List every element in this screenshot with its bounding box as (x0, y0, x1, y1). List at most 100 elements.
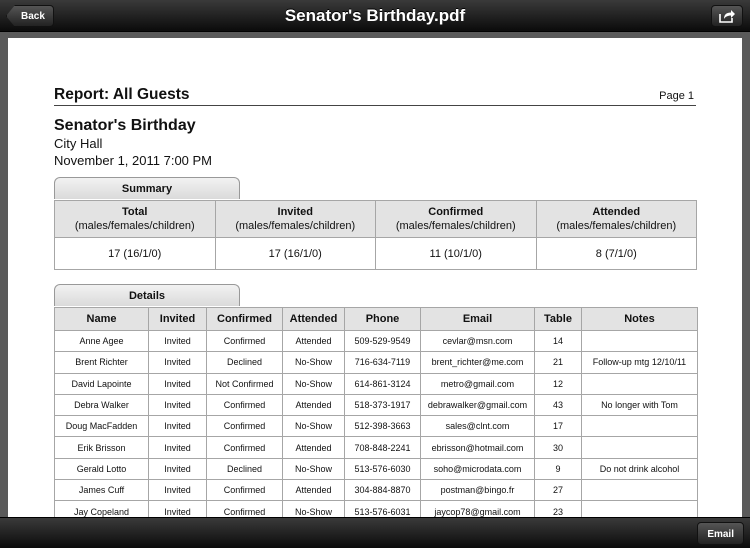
table-row: James Cuff Invited Confirmed Attended 304-88… (54, 479, 698, 502)
cell-notes (581, 372, 698, 395)
cell-phone: 518-373-1917 (344, 393, 421, 417)
event-date: November 1, 2011 7:00 PM (54, 153, 213, 168)
bottom-toolbar: Email (0, 517, 750, 548)
cell-invited: Invited (148, 372, 207, 395)
cell-attended: Attended (282, 329, 345, 353)
summary-header-invited: Invited (males/females/children) (214, 200, 376, 238)
cell-table: 27 (534, 479, 582, 502)
cell-invited: Invited (148, 436, 207, 459)
table-row: Erik Brisson Invited Confirmed Attended 708-… (54, 436, 698, 459)
cell-name: James Cuff (54, 479, 149, 502)
cell-name: Doug MacFadden (54, 415, 149, 438)
cell-attended: Attended (282, 393, 345, 417)
cell-attended: No-Show (282, 457, 345, 481)
cell-name: Brent Richter (54, 351, 149, 374)
cell-table: 12 (534, 372, 582, 395)
cell-invited: Invited (148, 415, 207, 438)
report-title: Report: All Guests (54, 86, 190, 103)
share-icon (719, 10, 735, 23)
cell-notes: No longer with Tom (581, 393, 698, 417)
table-row: Anne Agee Invited Confirmed Attended 509-529… (54, 329, 698, 353)
email-button[interactable]: Email (697, 522, 744, 545)
cell-attended: Attended (282, 436, 345, 459)
cell-confirmed: Confirmed (206, 436, 283, 459)
column-header-phone: Phone (344, 307, 421, 331)
cell-phone: 512-398-3663 (344, 415, 421, 438)
cell-phone: 716-634-7119 (344, 351, 421, 374)
event-venue: City Hall (54, 136, 103, 151)
table-row: Debra Walker Invited Confirmed Attended 518-… (54, 393, 698, 417)
cell-notes (581, 415, 698, 438)
cell-invited: Invited (148, 393, 207, 417)
table-row: Doug MacFadden Invited Confirmed No-Show 512… (54, 415, 698, 438)
cell-name: Anne Agee (54, 329, 149, 353)
cell-email: sales@clnt.com (420, 415, 535, 438)
cell-confirmed: Declined (206, 457, 283, 481)
cell-attended: Attended (282, 479, 345, 502)
report-header: Report: All Guests Page 1 (54, 86, 696, 106)
share-button[interactable] (711, 5, 743, 27)
cell-invited: Invited (148, 479, 207, 502)
cell-phone: 614-861-3124 (344, 372, 421, 395)
table-row: Gerald Lotto Invited Declined No-Show 513-57… (54, 457, 698, 481)
cell-table: 14 (534, 329, 582, 353)
cell-email: brent_richter@me.com (420, 351, 535, 374)
cell-name: Erik Brisson (54, 436, 149, 459)
column-header-table: Table (534, 307, 582, 331)
cell-notes (581, 479, 698, 502)
column-header-notes: Notes (581, 307, 698, 331)
cell-phone: 513-576-6030 (344, 457, 421, 481)
cell-email: cevlar@msn.com (420, 329, 535, 353)
cell-notes: Follow-up mtg 12/10/11 (581, 351, 698, 374)
cell-notes (581, 329, 698, 353)
table-row: David Lapointe Invited Not Confirmed No-Sho… (54, 372, 698, 395)
cell-attended: No-Show (282, 372, 345, 395)
column-header-email: Email (420, 307, 535, 331)
cell-name: Debra Walker (54, 393, 149, 417)
column-header-confirmed: Confirmed (206, 307, 283, 331)
cell-name: David Lapointe (54, 372, 149, 395)
details-body: Anne Agee Invited Confirmed Attended 509-529… (54, 329, 698, 523)
summary-header-total: Total (males/females/children) (54, 200, 216, 238)
column-header-name: Name (54, 307, 149, 331)
cell-invited: Invited (148, 329, 207, 353)
cell-table: 43 (534, 393, 582, 417)
details-header-row: Name Invited Confirmed Attended Phone Email Ta… (54, 307, 698, 331)
cell-confirmed: Confirmed (206, 479, 283, 502)
cell-phone: 708-848-2241 (344, 436, 421, 459)
summary-value-confirmed: 11 (10/1/0) (375, 237, 537, 270)
column-header-invited: Invited (148, 307, 207, 331)
cell-phone: 304-884-8870 (344, 479, 421, 502)
cell-notes (581, 436, 698, 459)
cell-attended: No-Show (282, 415, 345, 438)
navigation-bar: Back Senator's Birthday.pdf (0, 0, 750, 32)
column-header-attended: Attended (282, 307, 345, 331)
summary-value-invited: 17 (16/1/0) (214, 237, 376, 270)
cell-email: soho@microdata.com (420, 457, 535, 481)
cell-email: metro@gmail.com (420, 372, 535, 395)
cell-notes: Do not drink alcohol (581, 457, 698, 481)
cell-table: 17 (534, 415, 582, 438)
details-table: Name Invited Confirmed Attended Phone Email Ta… (54, 307, 698, 523)
summary-value-attended: 8 (7/1/0) (535, 237, 697, 270)
summary-table: Total (males/females/children) Invited (ma… (54, 200, 697, 270)
cell-confirmed: Confirmed (206, 415, 283, 438)
cell-attended: No-Show (282, 351, 345, 374)
page-number: Page 1 (659, 90, 694, 102)
cell-invited: Invited (148, 351, 207, 374)
pdf-page[interactable]: Report: All Guests Page 1 Senator's Birt… (8, 38, 742, 538)
cell-confirmed: Confirmed (206, 329, 283, 353)
cell-name: Gerald Lotto (54, 457, 149, 481)
details-tab: Details (54, 284, 240, 306)
cell-email: debrawalker@gmail.com (420, 393, 535, 417)
table-row: Brent Richter Invited Declined No-Show 716-6… (54, 351, 698, 374)
cell-confirmed: Confirmed (206, 393, 283, 417)
cell-confirmed: Declined (206, 351, 283, 374)
cell-table: 9 (534, 457, 582, 481)
cell-email: ebrisson@hotmail.com (420, 436, 535, 459)
summary-tab: Summary (54, 177, 240, 199)
summary-header-confirmed: Confirmed (males/females/children) (375, 200, 537, 238)
summary-value-total: 17 (16/1/0) (54, 237, 216, 270)
event-name: Senator's Birthday (54, 117, 196, 134)
cell-table: 30 (534, 436, 582, 459)
